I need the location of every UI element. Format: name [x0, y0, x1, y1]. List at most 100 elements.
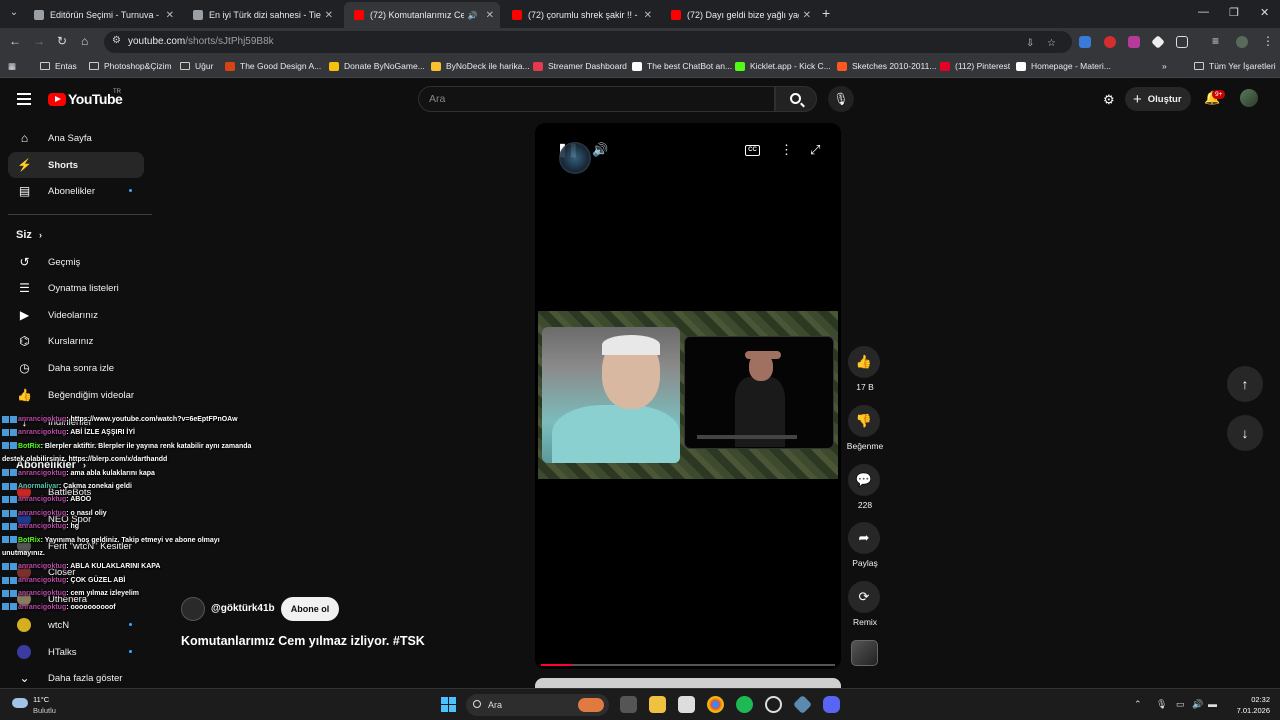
- extension-icon[interactable]: [1151, 35, 1165, 49]
- store-icon[interactable]: [678, 696, 695, 713]
- menu-hamburger-icon[interactable]: [17, 93, 31, 105]
- bookmark-item[interactable]: The best ChatBot an...: [632, 61, 732, 71]
- tab-close-icon[interactable]: ✕: [166, 10, 174, 21]
- reload-icon[interactable]: ↻: [57, 34, 67, 48]
- comments-button[interactable]: 💬: [848, 464, 880, 496]
- address-bar[interactable]: ⚙ youtube.com/shorts/sJtPhj59B8k ⇩ ☆: [104, 31, 1072, 53]
- sidebar-item-history[interactable]: ↺ Geçmiş: [8, 249, 144, 275]
- progress-bar[interactable]: [541, 664, 835, 666]
- battery-icon[interactable]: ▬: [1208, 699, 1217, 709]
- bookmark-item[interactable]: Kicklet.app - Kick C...: [735, 61, 831, 71]
- sidebar-item-shorts[interactable]: ⚡ Shorts: [8, 152, 144, 178]
- steam-icon[interactable]: [765, 696, 782, 713]
- bookmark-item[interactable]: Homepage - Materi...: [1016, 61, 1111, 71]
- display-icon[interactable]: ▭: [1176, 699, 1185, 710]
- fullscreen-icon[interactable]: ⤢: [810, 142, 820, 158]
- sidebar-item-home[interactable]: ⌂ Ana Sayfa: [8, 125, 144, 151]
- channel-name[interactable]: @göktürk41b: [211, 603, 275, 614]
- bookmark-item[interactable]: Sketches 2010-2011...: [837, 61, 936, 71]
- search-input[interactable]: Ara: [418, 86, 775, 112]
- clock-date[interactable]: 7.01.2026: [1228, 706, 1270, 715]
- all-bookmarks[interactable]: Tüm Yer İşaretleri: [1194, 61, 1276, 71]
- taskbar-search[interactable]: Ara: [466, 694, 609, 716]
- more-options-icon[interactable]: ⋮: [780, 142, 793, 158]
- account-avatar[interactable]: [1240, 89, 1258, 107]
- site-info-icon[interactable]: ⚙: [112, 35, 121, 46]
- remix-button[interactable]: ⟳: [848, 581, 880, 613]
- sidebar-item-subscriptions[interactable]: ▤ Abonelikler: [8, 178, 144, 204]
- speaker-icon[interactable]: 🔊: [1192, 699, 1203, 710]
- back-icon[interactable]: ←: [9, 34, 21, 48]
- sidebar-item-your-videos[interactable]: ▶ Videolarınız: [8, 302, 144, 328]
- sound-thumbnail[interactable]: [851, 640, 878, 666]
- bookmark-item[interactable]: Streamer Dashboard: [533, 61, 627, 71]
- install-icon[interactable]: ⇩: [1026, 38, 1034, 49]
- start-windows-icon[interactable]: [441, 697, 456, 712]
- extension-icon[interactable]: [1079, 36, 1091, 48]
- sidebar-item-watch-later[interactable]: ◷ Daha sonra izle: [8, 355, 144, 381]
- browser-tab[interactable]: (72) Dayı geldi bize yağlı yağlı ✕: [661, 2, 817, 28]
- forward-icon[interactable]: →: [33, 34, 45, 48]
- tab-close-icon[interactable]: ✕: [644, 10, 652, 21]
- minimize-icon[interactable]: —: [1198, 6, 1209, 18]
- dislike-button[interactable]: 👎: [848, 405, 880, 437]
- subscription-item[interactable]: wtcN: [8, 612, 144, 638]
- browser-tab[interactable]: En iyi Türk dizi sahnesi - Tier Lis ✕: [183, 2, 339, 28]
- tray-overflow-icon[interactable]: ⌃: [1134, 699, 1142, 710]
- bookmark-item[interactable]: Entas: [40, 61, 77, 71]
- bookmark-item[interactable]: Donate ByNoGame...: [329, 61, 425, 71]
- restore-icon[interactable]: ❐: [1229, 6, 1239, 19]
- app-icon[interactable]: [792, 694, 813, 715]
- sidebar-item-courses[interactable]: ⌬ Kurslarınız: [8, 328, 144, 354]
- file-explorer-icon[interactable]: [649, 696, 666, 713]
- next-short-button[interactable]: ↓: [1227, 415, 1263, 451]
- bookmark-item[interactable]: ByNoDeck ile harika...: [431, 61, 530, 71]
- browser-menu-icon[interactable]: ⋮: [1262, 34, 1274, 48]
- youtube-logo-icon[interactable]: [48, 93, 66, 106]
- clock-time[interactable]: 02:32: [1236, 695, 1270, 704]
- profile-avatar[interactable]: [1236, 36, 1248, 48]
- browser-tab[interactable]: (72) Komutanlarımız Cem y 🔊 ✕: [344, 2, 500, 28]
- weather-condition[interactable]: Bulutlu: [33, 706, 56, 715]
- tab-close-icon[interactable]: ✕: [325, 10, 333, 21]
- home-icon[interactable]: ⌂: [81, 34, 88, 48]
- extension-icon[interactable]: [1104, 36, 1116, 48]
- previous-short-button[interactable]: ↑: [1227, 366, 1263, 402]
- apps-grid-icon[interactable]: ▦: [8, 61, 16, 72]
- bookmark-item[interactable]: (112) Pinterest: [940, 61, 1010, 71]
- close-window-icon[interactable]: ✕: [1260, 6, 1269, 19]
- weather-temp[interactable]: 11°C: [33, 695, 49, 704]
- new-tab-button[interactable]: +: [822, 5, 830, 21]
- extensions-puzzle-icon[interactable]: [1176, 36, 1188, 48]
- browser-tab[interactable]: Editörün Seçimi - Turnuva - Qu ✕: [24, 2, 180, 28]
- bookmark-item[interactable]: The Good Design A...: [225, 61, 321, 71]
- sidebar-section-you[interactable]: Siz ›: [16, 229, 42, 241]
- cloud-icon[interactable]: [12, 698, 28, 708]
- microphone-icon[interactable]: 🎙: [1156, 699, 1167, 710]
- create-button[interactable]: + Oluştur: [1125, 87, 1191, 111]
- extension-icon[interactable]: [1128, 36, 1140, 48]
- task-view-icon[interactable]: [620, 696, 637, 713]
- voice-search-icon[interactable]: 🎙: [828, 86, 854, 112]
- bookmark-item[interactable]: Uğur: [180, 61, 213, 71]
- volume-icon[interactable]: 🔊: [592, 142, 608, 158]
- tab-close-icon[interactable]: ✕: [803, 10, 811, 21]
- channel-avatar[interactable]: [181, 597, 205, 621]
- like-button[interactable]: 👍: [848, 346, 880, 378]
- sidebar-item-liked-videos[interactable]: 👍 Beğendiğim videolar: [8, 382, 144, 408]
- subscribe-button[interactable]: Abone ol: [281, 597, 339, 621]
- sidebar-item-playlists[interactable]: ☰ Oynatma listeleri: [8, 275, 144, 301]
- more-bookmarks-icon[interactable]: »: [1162, 61, 1167, 71]
- chrome-icon[interactable]: [707, 696, 724, 713]
- discord-icon[interactable]: [823, 696, 840, 713]
- bookmark-item[interactable]: Photoshop&Çizim: [89, 61, 172, 71]
- tab-close-icon[interactable]: ✕: [486, 10, 494, 21]
- browser-tab[interactable]: (72) çorumlu shrek şakir !! - You ✕: [502, 2, 658, 28]
- search-button[interactable]: [775, 86, 817, 112]
- subscription-item[interactable]: HTalks: [8, 639, 144, 665]
- bookmark-star-icon[interactable]: ☆: [1047, 38, 1056, 49]
- media-control-icon[interactable]: ≡: [1212, 34, 1219, 48]
- studio-icon[interactable]: ⚙: [1103, 92, 1115, 108]
- captions-icon[interactable]: CC: [745, 145, 760, 156]
- tab-search-dropdown-icon[interactable]: ⌄: [6, 5, 22, 21]
